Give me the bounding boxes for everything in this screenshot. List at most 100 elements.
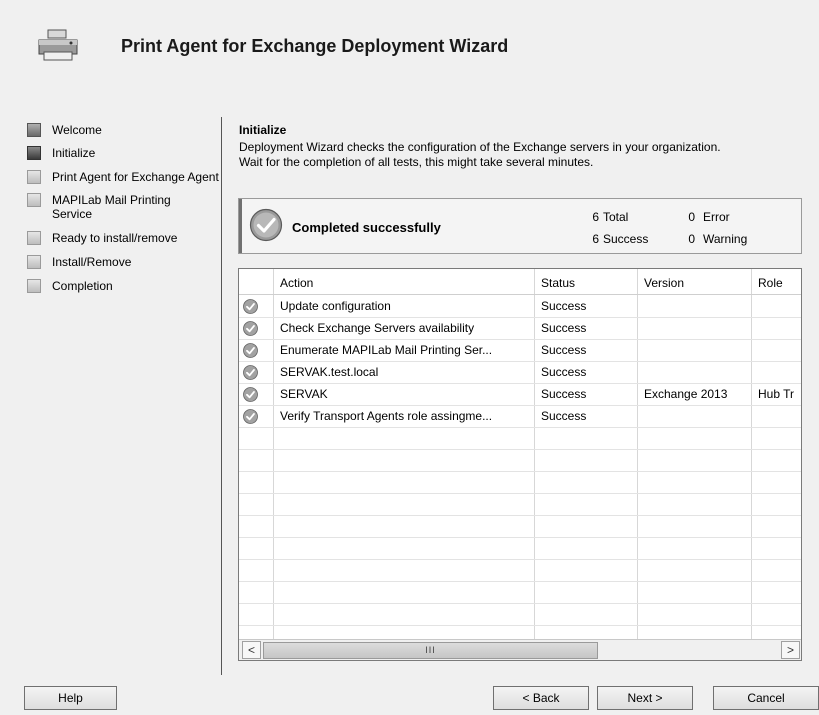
step-box-icon (27, 231, 41, 245)
empty-table-row (239, 515, 801, 537)
row-success-check-icon (243, 321, 258, 336)
empty-table-row (239, 427, 801, 449)
sidebar-divider (221, 117, 222, 675)
table-row[interactable]: SERVAK Success Exchange 2013 Hub Tr (239, 383, 801, 405)
empty-table-row (239, 581, 801, 603)
cell-role (751, 361, 801, 383)
column-header-role[interactable]: Role (751, 272, 801, 294)
step-label: MAPILab Mail Printing Service (52, 193, 171, 221)
description-line: Wait for the completion of all tests, th… (239, 155, 594, 169)
column-header-version[interactable]: Version (637, 272, 751, 294)
error-count: 0 (688, 210, 695, 224)
cell-action: Verify Transport Agents role assingme... (280, 409, 493, 423)
wizard-steps: Welcome Initialize Print Agent for Excha… (26, 123, 219, 302)
table-row[interactable]: Check Exchange Servers availability Succe… (239, 317, 801, 339)
step-label: Welcome (52, 123, 102, 137)
empty-table-row (239, 603, 801, 625)
row-success-check-icon (243, 343, 258, 358)
cell-role (751, 317, 801, 339)
cell-version (637, 405, 751, 427)
row-success-check-icon (243, 299, 258, 314)
section-description: Deployment Wizard checks the configurati… (239, 140, 809, 170)
cell-action: Check Exchange Servers availability (280, 321, 475, 335)
empty-table-row (239, 471, 801, 493)
summary-status: Completed successfully (292, 220, 441, 235)
success-label: Success (603, 232, 649, 246)
cell-role (751, 295, 801, 317)
step-install-remove: Install/Remove (26, 255, 216, 269)
step-box-icon (27, 123, 41, 137)
results-grid[interactable]: Action Status Version Role Update config… (238, 268, 802, 661)
cell-status: Success (541, 387, 587, 401)
step-box-icon (27, 279, 41, 293)
step-mail-printing-service: MAPILab Mail Printing Service (26, 193, 202, 221)
table-row[interactable]: Update configuration Success (239, 295, 801, 317)
description-line: Deployment Wizard checks the configurati… (239, 140, 721, 154)
row-success-check-icon (243, 409, 258, 424)
cell-role: Hub Tr (758, 387, 795, 401)
scroll-thumb[interactable]: III (263, 642, 598, 659)
cell-action: Enumerate MAPILab Mail Printing Ser... (280, 343, 493, 357)
table-row[interactable]: SERVAK.test.local Success (239, 361, 801, 383)
error-label: Error (703, 210, 730, 224)
cell-status: Success (541, 299, 587, 313)
cell-version (637, 361, 751, 383)
cell-status: Success (541, 321, 587, 335)
cell-status: Success (541, 365, 587, 379)
empty-table-row (239, 493, 801, 515)
table-header: Action Status Version Role (239, 272, 801, 294)
cell-version: Exchange 2013 (644, 387, 728, 401)
row-success-check-icon (243, 387, 258, 402)
step-initialize: Initialize (26, 146, 216, 160)
warning-count: 0 (688, 232, 695, 246)
row-success-check-icon (243, 365, 258, 380)
cell-action: SERVAK.test.local (280, 365, 379, 379)
cell-role (751, 339, 801, 361)
step-label: Initialize (52, 146, 96, 160)
cell-version (637, 295, 751, 317)
back-button[interactable]: < Back (493, 686, 589, 710)
empty-table-row (239, 449, 801, 471)
cell-role (751, 405, 801, 427)
step-ready: Ready to install/remove (26, 231, 216, 245)
cell-status: Success (541, 343, 587, 357)
empty-table-row (239, 537, 801, 559)
wizard-header-icon (36, 28, 80, 62)
wizard-title: Print Agent for Exchange Deployment Wiza… (121, 36, 509, 56)
success-check-icon (249, 208, 283, 242)
column-header-status[interactable]: Status (534, 272, 637, 294)
summary-panel: Completed successfully 6 Total 6 Success… (238, 198, 802, 254)
section-title: Initialize (239, 123, 287, 137)
step-welcome: Welcome (26, 123, 216, 137)
step-print-agent: Print Agent for Exchange Agent (26, 170, 220, 184)
step-label: Install/Remove (52, 255, 132, 269)
step-box-icon (27, 146, 41, 160)
table-row[interactable]: Enumerate MAPILab Mail Printing Ser... Su… (239, 339, 801, 361)
scroll-left-button[interactable]: < (242, 641, 261, 659)
step-completion: Completion (26, 279, 216, 293)
empty-table-row (239, 559, 801, 581)
help-button[interactable]: Help (24, 686, 117, 710)
success-count: 6 (592, 232, 599, 246)
step-box-icon (27, 170, 41, 184)
cell-version (637, 339, 751, 361)
cancel-button[interactable]: Cancel (713, 686, 819, 710)
total-label: Total (603, 210, 629, 224)
cell-action: SERVAK (280, 387, 328, 401)
step-box-icon (27, 193, 41, 207)
step-label: Ready to install/remove (52, 231, 178, 245)
horizontal-scrollbar[interactable]: < III > (239, 639, 801, 660)
step-box-icon (27, 255, 41, 269)
total-count: 6 (592, 210, 599, 224)
next-button[interactable]: Next > (597, 686, 693, 710)
warning-label: Warning (703, 232, 748, 246)
scroll-right-button[interactable]: > (781, 641, 800, 659)
cell-version (637, 317, 751, 339)
cell-action: Update configuration (280, 299, 391, 313)
step-label: Print Agent for Exchange Agent (52, 170, 219, 184)
step-label: Completion (52, 279, 113, 293)
summary-accent-bar (239, 199, 242, 253)
table-row[interactable]: Verify Transport Agents role assingme...… (239, 405, 801, 427)
column-header-action[interactable]: Action (273, 272, 534, 294)
cell-status: Success (541, 409, 587, 423)
